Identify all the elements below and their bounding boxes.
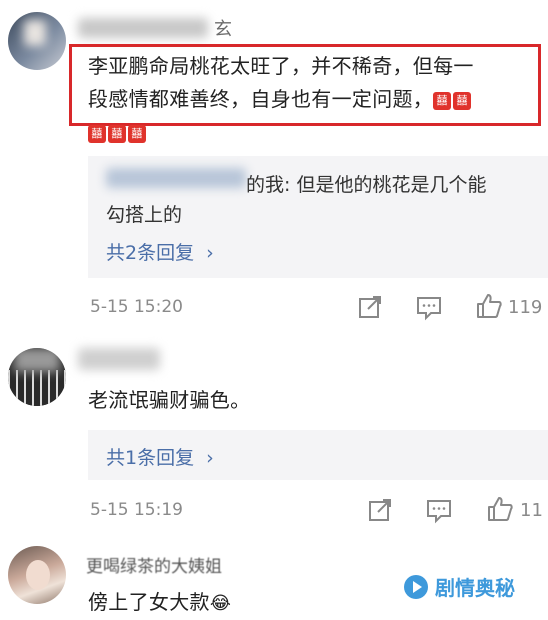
more-replies-link[interactable]: 共2条回复 › xyxy=(106,238,214,265)
username-suffix: 玄 xyxy=(214,19,232,40)
username: 更喝绿茶的大姨姐 xyxy=(86,557,222,577)
comment-text-line: 囍囍囍 xyxy=(88,116,548,149)
comment-text: 傍上了女大款😂 xyxy=(88,590,232,614)
emoji-icon: 囍 xyxy=(88,124,106,143)
laughing-emoji-icon: 😂 xyxy=(209,593,232,614)
chevron-right-icon: › xyxy=(206,447,214,469)
watermark-text: 剧情奥秘 xyxy=(435,576,515,600)
avatar[interactable] xyxy=(8,546,66,604)
comment-text-line: 李亚鹏命局桃花太旺了，并不稀奇，但每一 xyxy=(88,54,474,78)
like-icon[interactable] xyxy=(486,495,514,523)
reply-preview-line2: 勾搭上的 xyxy=(106,204,183,226)
chevron-right-icon: › xyxy=(206,242,214,264)
reply-preview-text: 的我: 但是他的桃花是几个能 xyxy=(246,174,487,196)
share-icon[interactable] xyxy=(366,496,394,524)
avatar[interactable] xyxy=(8,348,66,406)
like-count: 119 xyxy=(508,297,543,318)
emoji-icon: 囍 xyxy=(128,124,146,143)
avatar[interactable] xyxy=(8,12,66,70)
comment-text: 李亚鹏命局桃花太旺了，并不稀奇，但每一 段感情都难善终，自身也有一定问题，囍囍 … xyxy=(88,50,548,149)
comment-icon[interactable] xyxy=(425,496,453,524)
like-count: 11 xyxy=(520,500,543,521)
like-icon[interactable] xyxy=(475,292,503,320)
emoji-icon: 囍 xyxy=(433,91,452,110)
comment-text-line: 段感情都难善终，自身也有一定问题，囍囍 xyxy=(88,83,548,116)
play-logo-icon xyxy=(404,574,428,599)
more-replies-link[interactable]: 共1条回复 › xyxy=(106,443,214,470)
comment-text: 老流氓骗财骗色。 xyxy=(88,388,251,412)
emoji-icon: 囍 xyxy=(453,91,472,110)
share-icon[interactable] xyxy=(356,293,384,321)
watermark: 剧情奥秘 xyxy=(402,572,515,601)
timestamp: 5-15 15:19 xyxy=(90,500,183,520)
username-redacted xyxy=(78,18,208,38)
emoji-icon: 囍 xyxy=(108,124,126,143)
username-redacted xyxy=(78,348,160,370)
comment-icon[interactable] xyxy=(415,293,443,321)
timestamp: 5-15 15:20 xyxy=(90,297,183,317)
reply-username-redacted xyxy=(106,168,246,188)
